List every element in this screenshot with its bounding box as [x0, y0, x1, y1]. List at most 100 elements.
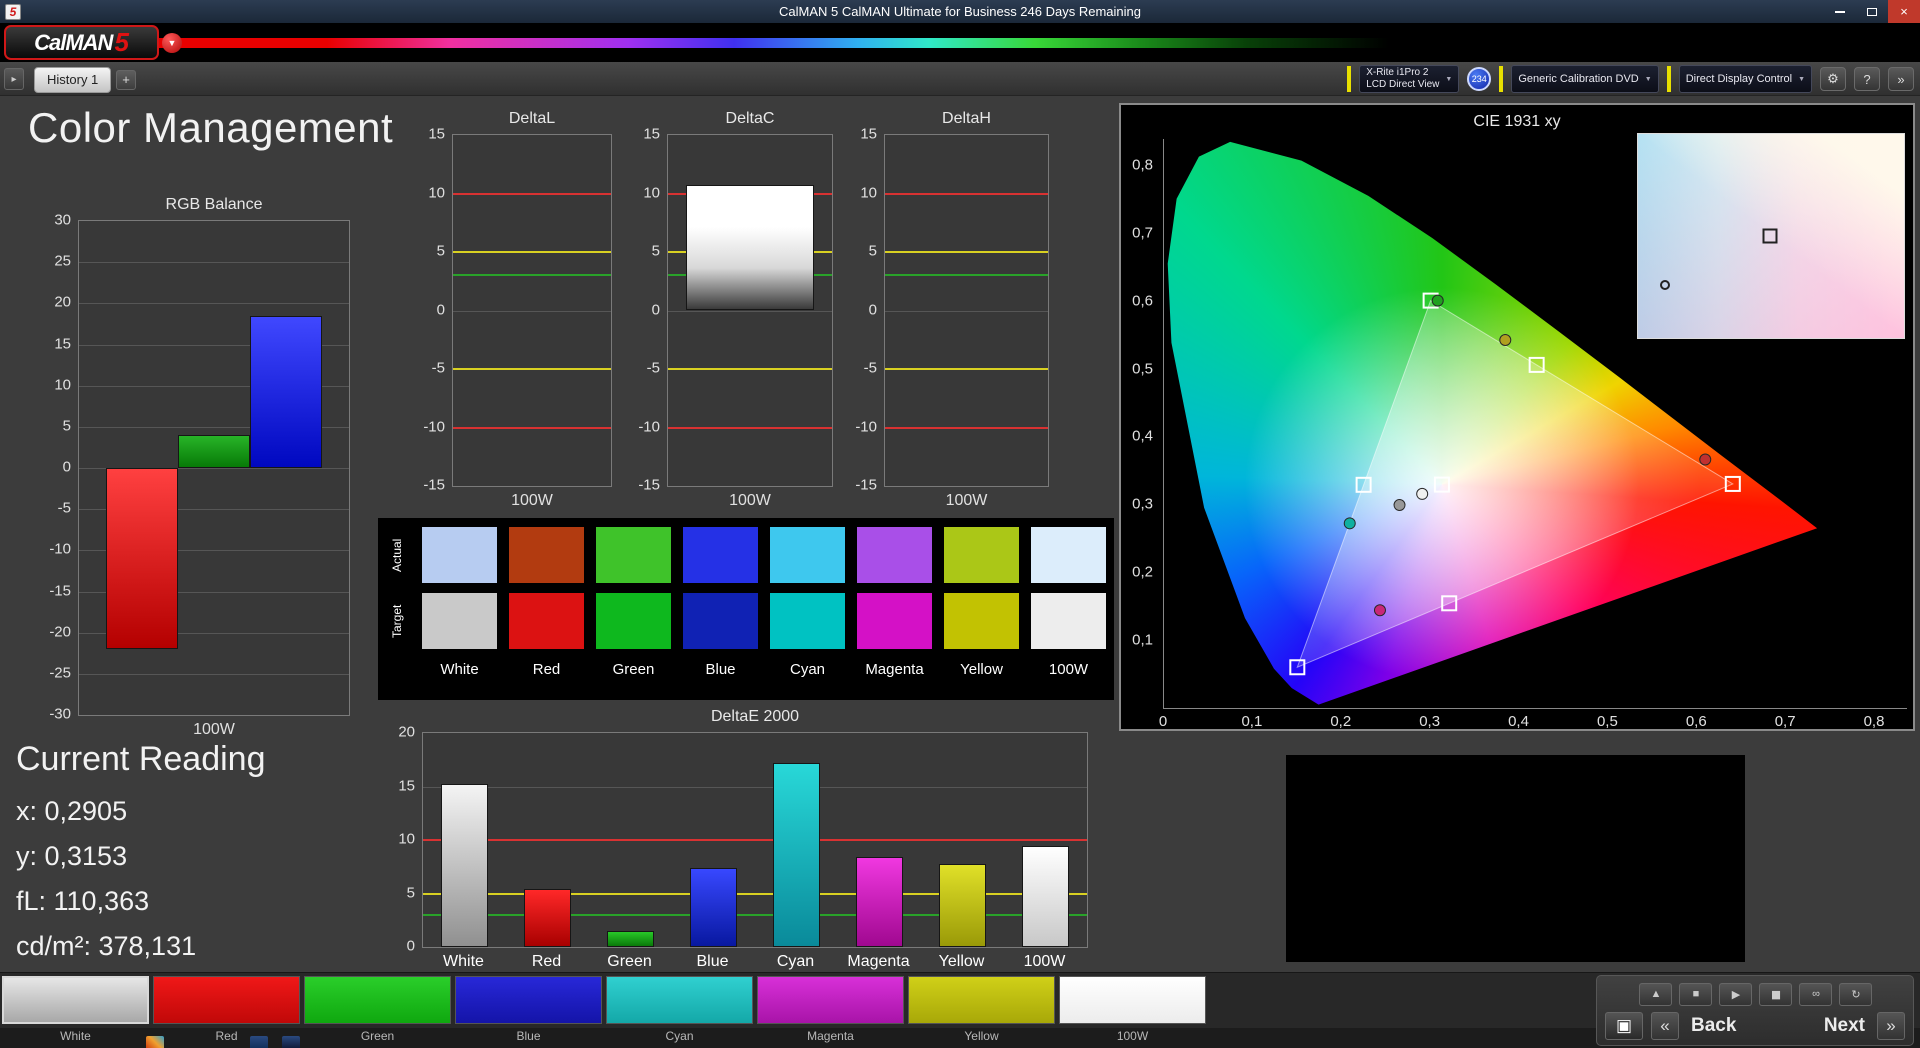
y-tick-label: 10 [428, 184, 445, 201]
pattern-swatch-100w[interactable]: 100W [1059, 976, 1206, 1046]
minimize-button[interactable] [1824, 0, 1856, 23]
meter-dropdown-label: X-Rite i1Pro 2LCD Direct View [1366, 67, 1439, 91]
back-button[interactable]: Back [1687, 1015, 1740, 1037]
flyout-arrow-button[interactable]: ▸ [4, 68, 24, 90]
swatch-actual-white [422, 527, 497, 583]
source-dropdown-label: Generic Calibration DVD [1518, 73, 1638, 86]
x-tick-label: 0,6 [1686, 713, 1707, 730]
refresh-button[interactable]: ↻ [1839, 983, 1872, 1006]
y-tick-label: 15 [643, 126, 660, 143]
toolbar: X-Rite i1Pro 2LCD Direct View ▼ 234 Gene… [1347, 65, 1914, 93]
pattern-swatch-cyan[interactable]: Cyan [606, 976, 753, 1046]
reference-line [885, 368, 1048, 370]
y-tick-label: 10 [643, 184, 660, 201]
x-axis-label: 100W [452, 487, 612, 510]
taskbar-icon[interactable] [282, 1036, 300, 1048]
meter-acc ent-bar [1347, 66, 1351, 92]
swatch-target-red [509, 593, 584, 649]
add-tab-button[interactable]: + [116, 70, 136, 90]
pattern-window-button[interactable]: ▣ [1605, 1012, 1643, 1040]
main-menu-button[interactable]: ▼ [162, 33, 182, 53]
y-tick-label: -15 [638, 477, 660, 494]
taskbar-icon[interactable] [250, 1036, 268, 1048]
y-tick-label: 0,6 [1132, 292, 1153, 309]
y-tick-label: 10 [398, 831, 415, 848]
chart-bar-magenta [856, 857, 902, 947]
toolbar-overflow-button[interactable]: » [1888, 67, 1914, 91]
pattern-swatch-label: Yellow [908, 1024, 1055, 1046]
display-control-dropdown[interactable]: Direct Display Control ▼ [1679, 65, 1812, 93]
gridline [423, 787, 1087, 788]
continuous-read-button[interactable]: ∞ [1799, 983, 1832, 1006]
pattern-swatch-white[interactable]: White [2, 976, 149, 1046]
tab-history-1[interactable]: History 1 [34, 67, 111, 93]
y-tick-label: 0,5 [1132, 360, 1153, 377]
close-button[interactable]: × [1888, 0, 1920, 23]
reference-line [423, 893, 1087, 895]
y-tick-label: -15 [855, 477, 877, 494]
y-tick-label: 5 [652, 243, 660, 260]
pause-button[interactable]: ▮▮ [1759, 983, 1792, 1006]
settings-gear-button[interactable]: ⚙ [1820, 67, 1846, 91]
next-chevron-button[interactable]: » [1877, 1012, 1905, 1040]
swatch-actual-green [596, 527, 671, 583]
x-axis-label: 100W [667, 487, 833, 510]
meter-profile-badge[interactable]: 234 [1467, 67, 1491, 91]
pattern-swatch-label: White [2, 1024, 149, 1046]
pattern-bar: WhiteRedGreenBlueCyanMagentaYellow100W ▲… [0, 972, 1920, 1048]
y-tick-label: 0 [869, 301, 877, 318]
x-category-label: Red [505, 953, 588, 971]
calman-logo: CalMAN 5 [4, 25, 159, 60]
reference-line [885, 274, 1048, 276]
cie-chart-title: CIE 1931 xy [1121, 113, 1913, 131]
titlebar: 5 CalMAN 5 CalMAN Ultimate for Business … [0, 0, 1920, 23]
swatch-actual-yellow [944, 527, 1019, 583]
pattern-swatch-red[interactable]: Red [153, 976, 300, 1046]
measurement-point-cyan [1344, 518, 1355, 529]
pattern-swatch-blue[interactable]: Blue [455, 976, 602, 1046]
swatch-actual-red [509, 527, 584, 583]
pattern-swatch-green[interactable]: Green [304, 976, 451, 1046]
eject-button[interactable]: ▲ [1639, 983, 1672, 1006]
y-tick-label: 5 [63, 417, 71, 434]
maximize-button[interactable] [1856, 0, 1888, 23]
help-button[interactable]: ? [1854, 67, 1880, 91]
stop-button[interactable]: ■ [1679, 983, 1712, 1006]
x-tick-label: 0 [1159, 713, 1167, 730]
cie-y-axis: 0,10,20,30,40,50,60,70,8 [1121, 139, 1159, 709]
source-dropdown[interactable]: Generic Calibration DVD ▼ [1511, 65, 1658, 93]
y-axis: -15-10-5051015 [412, 134, 452, 487]
chart-bar-red [106, 468, 177, 649]
x-tick-label: 0,2 [1330, 713, 1351, 730]
y-tick-label: -5 [432, 360, 445, 377]
swatch-actual-100w [1031, 527, 1106, 583]
current-reading-heading: Current Reading [16, 740, 265, 779]
y-tick-label: -25 [49, 664, 71, 681]
swatch-target-yellow [944, 593, 1019, 649]
pattern-swatch-yellow[interactable]: Yellow [908, 976, 1055, 1046]
y-tick-label: 20 [54, 294, 71, 311]
swatch-actual-blue [683, 527, 758, 583]
swatch-target-white [422, 593, 497, 649]
reference-line [885, 193, 1048, 195]
y-tick-label: 0 [63, 459, 71, 476]
y-tick-label: 15 [54, 335, 71, 352]
pattern-swatch-magenta[interactable]: Magenta [757, 976, 904, 1046]
pattern-swatch-label: Magenta [757, 1024, 904, 1046]
column-label: Red [509, 659, 584, 681]
reference-line [668, 427, 832, 429]
y-tick-label: 0,7 [1132, 224, 1153, 241]
x-tick-label: 0,4 [1508, 713, 1529, 730]
next-button[interactable]: Next [1820, 1015, 1869, 1037]
gridline [79, 674, 349, 675]
meter-dropdown[interactable]: X-Rite i1Pro 2LCD Direct View ▼ [1359, 65, 1459, 93]
y-tick-label: -10 [423, 418, 445, 435]
swatch-table-row: Target [384, 593, 1108, 649]
taskbar-icon[interactable] [146, 1036, 164, 1048]
delta-c-chart: DeltaC -15-10-5051015 100W [627, 110, 833, 515]
back-chevron-button[interactable]: « [1651, 1012, 1679, 1040]
play-button[interactable]: ▶ [1719, 983, 1752, 1006]
measurement-point-green [1432, 295, 1443, 306]
x-axis-label: 100W [884, 487, 1049, 510]
row-label-actual: Actual [384, 527, 410, 583]
